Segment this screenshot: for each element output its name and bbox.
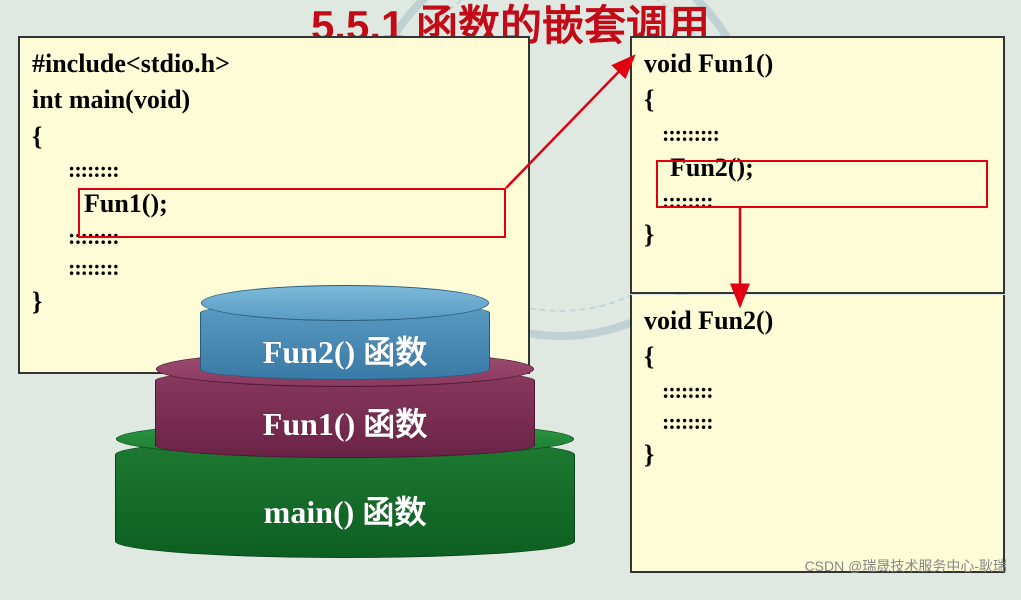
highlight-fun2-call (656, 160, 988, 208)
stack-cylinder-fun2: Fun2() 函数 (200, 302, 490, 380)
code-line: { (644, 82, 991, 118)
code-line: { (32, 119, 516, 155)
stack-label-fun2: Fun2() 函数 (201, 327, 489, 373)
code-box-fun2: void Fun2() { :::::::: :::::::: } (630, 295, 1005, 573)
code-line: } (644, 437, 991, 473)
code-line: void Fun2() (644, 303, 991, 339)
call-stack-illustration: main() 函数 Fun1() 函数 Fun2() 函数 (110, 280, 580, 600)
code-line: } (644, 217, 991, 253)
code-line: :::::::: (32, 155, 516, 186)
code-line: int main(void) (32, 82, 516, 118)
code-line: void Fun1() (644, 46, 991, 82)
code-line: :::::::: (644, 407, 991, 438)
stack-label-main: main() 函数 (116, 487, 574, 533)
highlight-fun1-call (78, 188, 506, 238)
watermark: CSDN @瑞晟技术服务中心-耿瑞 (805, 556, 1007, 576)
code-line: #include<stdio.h> (32, 46, 516, 82)
code-line: { (644, 339, 991, 375)
code-line: :::::::: (644, 376, 991, 407)
code-line: ::::::::: (644, 119, 991, 150)
stack-label-fun1: Fun1() 函数 (156, 399, 534, 445)
stack-cylinder-fun1: Fun1() 函数 (155, 368, 535, 458)
